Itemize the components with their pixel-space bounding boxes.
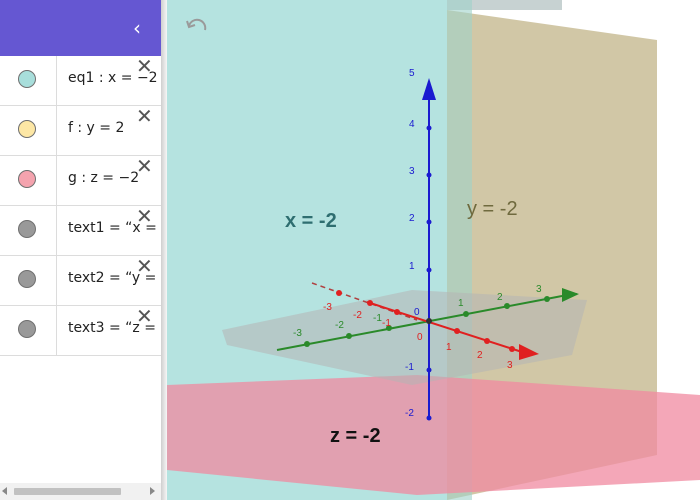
- row-separator: [56, 256, 57, 305]
- y-tick-label: 1: [458, 298, 464, 309]
- row-separator: [56, 106, 57, 155]
- close-icon[interactable]: ✕: [136, 56, 153, 76]
- origin-point: [426, 318, 432, 324]
- y-tick-label: -1: [373, 313, 382, 324]
- scrollbar-thumb[interactable]: [14, 488, 121, 495]
- z-tick-label: 4: [409, 119, 415, 130]
- visibility-toggle[interactable]: [18, 170, 36, 188]
- algebra-item-text3[interactable]: text3 = “z = -2” ✕: [0, 306, 161, 356]
- z-tick-label: 1: [409, 261, 415, 272]
- y-tick-label: 2: [497, 292, 503, 303]
- visibility-toggle[interactable]: [18, 220, 36, 238]
- horizontal-scrollbar[interactable]: [0, 483, 161, 500]
- x-tick-label: 2: [477, 350, 483, 361]
- close-icon[interactable]: ✕: [136, 206, 153, 226]
- row-separator: [56, 156, 57, 205]
- scene-3d[interactable]: [167, 0, 700, 500]
- algebra-item-text2[interactable]: text2 = “y = -2” ✕: [0, 256, 161, 306]
- z-tick-label: 0: [414, 307, 420, 318]
- visibility-toggle[interactable]: [18, 120, 36, 138]
- scroll-right-arrow-icon[interactable]: [150, 487, 155, 495]
- z-tick-label: -2: [405, 408, 414, 419]
- y-tick-label: 3: [536, 284, 542, 295]
- algebra-item-eq1[interactable]: eq1 : x = −2 ✕: [0, 56, 161, 106]
- label-z-plane[interactable]: z = -2: [330, 425, 381, 448]
- close-icon[interactable]: ✕: [136, 256, 153, 276]
- algebra-item-g[interactable]: g : z = −2 ✕: [0, 156, 161, 206]
- algebra-view: ‹ eq1 : x = −2 ✕ f : y = 2 ✕ g : z = −2 …: [0, 0, 161, 500]
- close-icon[interactable]: ✕: [136, 156, 153, 176]
- x-tick-label: 3: [507, 360, 513, 371]
- y-tick-label: -3: [293, 328, 302, 339]
- algebra-expression[interactable]: f : y = 2: [68, 120, 124, 136]
- x-tick-label: -3: [323, 302, 332, 313]
- visibility-toggle[interactable]: [18, 70, 36, 88]
- algebra-item-text1[interactable]: text1 = “x = -2” ✕: [0, 206, 161, 256]
- label-x-plane[interactable]: x = -2: [285, 210, 337, 233]
- chevron-left-icon[interactable]: ‹: [127, 16, 147, 40]
- z-tick-label: 5: [409, 68, 415, 79]
- x-tick-label: 1: [446, 342, 452, 353]
- label-y-plane[interactable]: y = -2: [467, 198, 518, 221]
- plane-z[interactable]: [167, 375, 700, 495]
- z-tick-label: 3: [409, 166, 415, 177]
- algebra-expression[interactable]: g : z = −2: [68, 170, 139, 186]
- x-tick-label: 0: [417, 332, 423, 343]
- row-separator: [56, 306, 57, 355]
- scroll-left-arrow-icon[interactable]: [2, 487, 7, 495]
- visibility-toggle[interactable]: [18, 320, 36, 338]
- close-icon[interactable]: ✕: [136, 106, 153, 126]
- graphics-3d-view[interactable]: x = -2 y = -2 z = -2 5 4 3 2 1 0 -1 -2 -…: [167, 0, 700, 500]
- y-tick-label: -2: [335, 320, 344, 331]
- row-separator: [56, 206, 57, 255]
- close-icon[interactable]: ✕: [136, 306, 153, 326]
- algebra-item-f[interactable]: f : y = 2 ✕: [0, 106, 161, 156]
- z-tick-label: 2: [409, 213, 415, 224]
- row-separator: [56, 56, 57, 105]
- undo-icon[interactable]: [185, 16, 209, 40]
- z-tick-label: -1: [405, 362, 414, 373]
- algebra-header: ‹: [0, 0, 161, 56]
- visibility-toggle[interactable]: [18, 270, 36, 288]
- x-tick-label: -2: [353, 310, 362, 321]
- x-tick-label: -1: [382, 318, 391, 329]
